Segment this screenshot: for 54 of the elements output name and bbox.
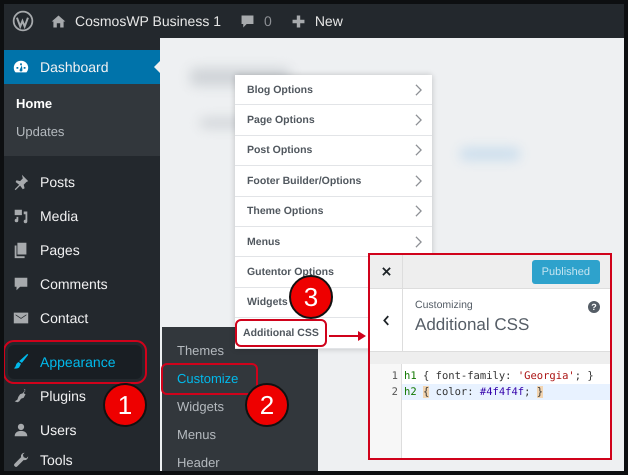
sidebar-item[interactable]: Tools <box>4 447 79 471</box>
flyout-item[interactable]: Widgets <box>162 393 232 421</box>
sidebar-item[interactable]: Contact <box>4 301 94 335</box>
menu-item-label: Footer Builder/Options <box>247 174 362 187</box>
comment-count: 0 <box>264 13 272 29</box>
customizer-menu-item[interactable]: Post Options <box>235 136 432 166</box>
annotation-arrow <box>328 330 368 342</box>
sidebar-item[interactable]: Comments <box>4 267 114 301</box>
chevron-right-icon <box>415 84 422 96</box>
chevron-right-icon <box>415 236 422 248</box>
customizer-menu-item[interactable]: Page Options <box>235 105 432 136</box>
chevron-right-icon <box>415 174 422 187</box>
flyout-item[interactable]: Themes <box>162 337 232 365</box>
menu-item-label: Theme Options <box>247 205 324 218</box>
paintbrush-icon <box>12 353 30 371</box>
sidebar-item[interactable]: Plugins <box>4 379 92 413</box>
sidebar-item[interactable]: Appearance <box>8 345 142 379</box>
menu-item-label: Post Options <box>247 144 312 156</box>
customizer-menu-item[interactable]: Footer Builder/Options <box>235 166 432 197</box>
new-link[interactable]: New <box>314 13 343 29</box>
back-icon[interactable] <box>382 314 390 326</box>
help-icon[interactable]: ? <box>588 301 600 313</box>
submenu-item[interactable]: Updates <box>4 118 160 146</box>
close-icon[interactable] <box>382 267 390 276</box>
submenu-item[interactable]: Home <box>4 90 160 118</box>
menu-item-label: Page Options <box>247 114 315 126</box>
customizer-menu-item[interactable]: Blog Options <box>235 75 432 106</box>
chevron-right-icon <box>415 114 422 126</box>
customizer-menu-item[interactable]: Theme Options <box>235 196 432 227</box>
menu-item-label: Widgets <box>247 296 288 308</box>
media-icon <box>12 207 30 225</box>
plus-icon[interactable] <box>290 12 307 30</box>
menu-item-label: Additional CSS <box>237 320 325 345</box>
site-name-link[interactable]: CosmosWP Business 1 <box>75 13 222 29</box>
sidebar-item[interactable]: Users <box>4 413 83 447</box>
menu-item-label: Blog Options <box>247 84 313 96</box>
line-number: 2 <box>390 385 399 400</box>
pushpin-icon <box>12 173 30 191</box>
sidebar-item[interactable]: Posts <box>4 165 82 199</box>
sidebar-item[interactable]: Pages <box>4 233 86 267</box>
speech-bubble-icon[interactable] <box>239 12 256 30</box>
speech-bubble-icon <box>12 275 30 293</box>
sidebar-item[interactable]: Dashboard <box>4 50 160 84</box>
sidebar-item[interactable]: Media <box>4 199 84 233</box>
chevron-right-icon <box>415 144 422 156</box>
flyout-item[interactable]: Menus <box>162 421 224 449</box>
line-number: 1 <box>390 369 399 384</box>
person-icon <box>12 421 30 439</box>
wordpress-logo-icon[interactable] <box>12 10 34 32</box>
menu-item-label: Menus <box>247 236 280 248</box>
wrench-icon <box>12 451 30 469</box>
flyout-item[interactable]: Header <box>162 449 228 471</box>
chevron-right-icon <box>415 205 422 218</box>
code-line: h1 { font-family: 'Georgia'; } <box>403 369 595 384</box>
